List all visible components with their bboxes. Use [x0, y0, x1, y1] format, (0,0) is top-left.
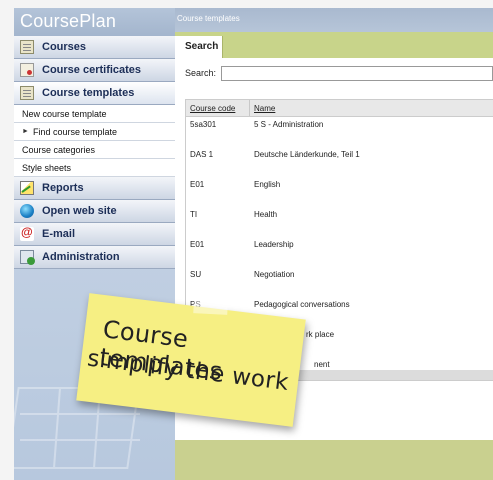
certificate-icon: [20, 63, 34, 77]
sidebar-item-course-certificates[interactable]: Course certificates: [14, 59, 175, 82]
course-name-cell: Health: [254, 210, 278, 219]
tape-strip: [192, 299, 228, 315]
submenu-label: Style sheets: [22, 162, 72, 173]
table-row[interactable]: DAS 1 Deutsche Länderkunde, Teil 1: [186, 147, 493, 177]
caret-right-icon: ►: [22, 128, 29, 135]
course-name-cell: Negotiation: [254, 270, 295, 279]
sidebar-item-courses[interactable]: Courses: [14, 36, 175, 59]
submenu-course-categories[interactable]: Course categories: [14, 141, 175, 159]
course-templates-submenu: New course template ► Find course templa…: [14, 105, 175, 177]
breadcrumb: Course templates: [175, 8, 493, 32]
course-code-cell: E01: [190, 180, 205, 189]
table-row[interactable]: SU Negotiation: [186, 267, 493, 297]
sidebar-item-label: Open web site: [42, 205, 117, 217]
templates-icon: [20, 86, 34, 100]
table-row[interactable]: 5sa301 5 S - Administration: [186, 117, 493, 147]
table-row[interactable]: TI Health: [186, 207, 493, 237]
course-name-cell: English: [254, 180, 281, 189]
table-row[interactable]: E01 English: [186, 177, 493, 207]
sidebar-item-administration[interactable]: Administration: [14, 246, 175, 269]
course-code-cell: SU: [190, 270, 202, 279]
sidebar-item-label: Course templates: [42, 87, 135, 99]
tab-bar: Search: [175, 32, 493, 58]
sidebar-item-label: Courses: [42, 41, 87, 53]
column-header-course-code[interactable]: Course code: [186, 100, 250, 116]
sidebar-item-label: Administration: [42, 251, 120, 263]
table-header: Course code Name: [186, 100, 493, 117]
sidebar-item-course-templates[interactable]: Course templates: [14, 82, 175, 105]
reports-icon: [20, 181, 34, 195]
sidebar-item-label: Reports: [42, 182, 84, 194]
table-row[interactable]: E01 Leadership: [186, 237, 493, 267]
sidebar-item-email[interactable]: E-mail: [14, 223, 175, 246]
submenu-find-course-template[interactable]: ► Find course template: [14, 123, 175, 141]
administration-icon: [20, 250, 35, 265]
app-logo: CoursePlan: [14, 8, 175, 36]
submenu-label: Find course template: [32, 126, 117, 137]
sidebar-item-label: Course certificates: [42, 64, 142, 76]
email-icon: [20, 225, 34, 241]
course-name-cell: Leadership: [254, 240, 294, 249]
submenu-label: Course categories: [22, 144, 96, 155]
sidebar-item-reports[interactable]: Reports: [14, 177, 175, 200]
search-row: Search:: [175, 58, 493, 88]
search-input[interactable]: [221, 65, 493, 81]
column-header-name[interactable]: Name: [250, 100, 275, 116]
course-code-cell: E01: [190, 240, 205, 249]
globe-icon: [20, 204, 34, 218]
submenu-label: New course template: [22, 108, 107, 119]
course-code-cell: TI: [190, 210, 198, 219]
sidebar-item-open-web-site[interactable]: Open web site: [14, 200, 175, 223]
course-name-cell: Deutsche Länderkunde, Teil 1: [254, 150, 360, 159]
course-code-cell: DAS 1: [190, 150, 214, 159]
submenu-new-course-template[interactable]: New course template: [14, 105, 175, 123]
sidebar-item-label: E-mail: [42, 228, 76, 240]
course-name-cell: Pedagogical conversations: [254, 300, 350, 309]
courses-icon: [20, 40, 34, 54]
submenu-style-sheets[interactable]: Style sheets: [14, 159, 175, 177]
app-window: CoursePlan Courses Course certificates C…: [14, 8, 493, 480]
course-code-cell: 5sa301: [190, 120, 217, 129]
search-label: Search:: [185, 68, 217, 78]
tab-search[interactable]: Search: [175, 36, 223, 58]
bottom-bar: [175, 440, 493, 480]
course-name-cell: 5 S - Administration: [254, 120, 324, 129]
